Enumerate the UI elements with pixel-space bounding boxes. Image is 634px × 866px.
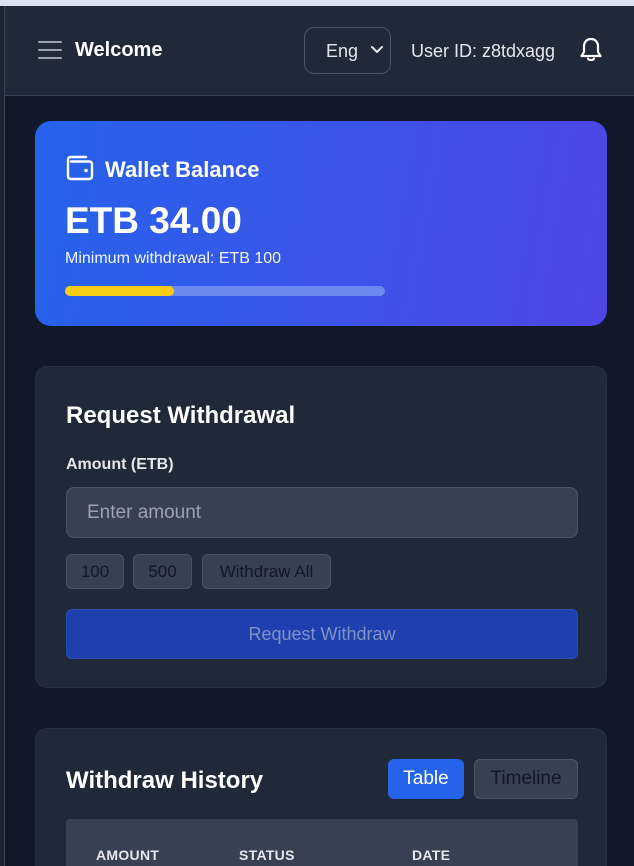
language-select[interactable]: Eng <box>304 27 391 74</box>
wallet-balance-amount: ETB 34.00 <box>65 200 242 241</box>
request-withdrawal-title: Request Withdrawal <box>66 402 296 429</box>
table-view-button[interactable]: Table <box>388 759 464 799</box>
wallet-title: Wallet Balance <box>105 157 260 182</box>
column-header-status[interactable]: STATUS <box>239 847 295 863</box>
amount-input[interactable] <box>66 487 578 538</box>
quick-amount-500-button[interactable]: 500 <box>133 554 192 589</box>
minimum-withdrawal-text: Minimum withdrawal: ETB 100 <box>65 250 282 267</box>
withdraw-all-button[interactable]: Withdraw All <box>202 554 331 589</box>
withdraw-history-panel: Withdraw History Table Timeline AMOUNT S… <box>35 728 607 866</box>
column-header-date[interactable]: DATE <box>412 847 450 863</box>
user-id-label: User ID: z8tdxagg <box>411 41 556 61</box>
chevron-down-icon <box>371 46 383 53</box>
wallet-balance-card: Wallet Balance ETB 34.00 Minimum withdra… <box>35 121 607 326</box>
history-table-header: AMOUNT STATUS DATE <box>66 819 578 866</box>
language-selected-value: Eng <box>326 41 359 61</box>
hamburger-menu-icon[interactable] <box>38 41 62 59</box>
bell-icon[interactable] <box>579 37 603 63</box>
column-header-amount[interactable]: AMOUNT <box>96 847 159 863</box>
page-title: Welcome <box>75 39 163 61</box>
left-window-edge-line <box>4 6 5 866</box>
withdrawal-progress-fill <box>65 286 174 296</box>
wallet-icon <box>66 155 94 181</box>
app-header: Welcome Eng User ID: z8tdxagg <box>5 6 634 96</box>
withdrawal-progress-bar <box>65 286 385 296</box>
request-withdraw-button[interactable]: Request Withdraw <box>66 609 578 659</box>
quick-amount-100-button[interactable]: 100 <box>66 554 124 589</box>
request-withdrawal-panel: Request Withdrawal Amount (ETB) 100 500 … <box>35 366 607 688</box>
timeline-view-button[interactable]: Timeline <box>474 759 578 799</box>
amount-label: Amount (ETB) <box>66 456 174 473</box>
withdraw-history-title: Withdraw History <box>66 767 264 794</box>
